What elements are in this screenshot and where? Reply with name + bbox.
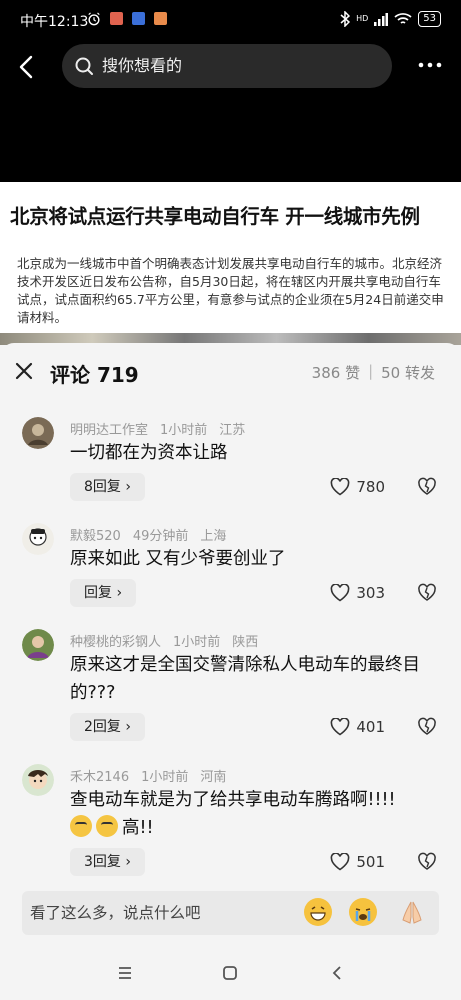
- pray-emoji-icon[interactable]: [398, 898, 426, 926]
- back-arrow-icon[interactable]: [14, 52, 40, 82]
- shares-count[interactable]: 50 转发: [381, 362, 435, 383]
- more-dots-icon[interactable]: [417, 58, 443, 72]
- close-icon[interactable]: [14, 361, 34, 381]
- battery-indicator: 53: [418, 11, 441, 27]
- comment-username[interactable]: 禾木2146: [70, 766, 129, 785]
- comment-text: 查电动车就是为了给共享电动车腾路啊!!!! 高!!: [70, 786, 440, 842]
- comment-time: 49分钟前: [132, 529, 189, 544]
- like-count: 401: [356, 718, 385, 736]
- comment-item: 明明达工作室 1小时前 江苏 一切都在为资本让路 8回复 › 780: [0, 417, 461, 537]
- comment-meta: 禾木2146 1小时前 河南: [70, 766, 226, 785]
- comments-header: 评论 719 386 赞 | 50 转发: [0, 343, 461, 399]
- search-input[interactable]: 搜你想看的: [102, 44, 182, 88]
- comment-text-main: 查电动车就是为了给共享电动车腾路啊!!!!: [70, 790, 396, 810]
- replies-button[interactable]: 2回复 ›: [70, 713, 145, 741]
- navigation-bar: 搜你想看的: [0, 40, 461, 94]
- comment-input[interactable]: 看了这么多，说点什么吧: [30, 891, 201, 935]
- status-time: 中午12:13: [20, 14, 89, 30]
- broken-heart-icon[interactable]: [417, 477, 437, 497]
- article: 北京将试点运行共享电动自行车 开一线城市先例 北京成为一线城市中首个明确表态计划…: [0, 182, 461, 342]
- like-button[interactable]: 780: [330, 473, 385, 501]
- notification-app-icon: [132, 12, 145, 25]
- comment-time: 1小时前: [141, 770, 189, 785]
- like-count: 780: [356, 478, 385, 496]
- network-label: HD: [356, 14, 369, 23]
- heart-icon: [331, 584, 350, 602]
- comment-meta: 明明达工作室 1小时前 江苏: [70, 419, 245, 438]
- system-back-icon[interactable]: [328, 964, 346, 982]
- top-header: 中午12:13 HD 53 搜你想看的: [0, 0, 461, 182]
- replies-button[interactable]: 8回复 ›: [70, 473, 145, 501]
- replies-button[interactable]: 回复 ›: [70, 579, 137, 607]
- comment-text: 原来如此 又有少爷要创业了: [70, 549, 286, 569]
- cry-emoji-icon[interactable]: [349, 898, 377, 926]
- article-title: 北京将试点运行共享电动自行车 开一线城市先例: [10, 205, 420, 228]
- avatar[interactable]: [22, 523, 54, 555]
- home-icon[interactable]: [221, 964, 239, 982]
- avatar[interactable]: [22, 764, 54, 796]
- comment-text: 原来这才是全国交警清除私人电动车的最终目的???: [70, 655, 420, 703]
- broken-heart-icon[interactable]: [417, 583, 437, 603]
- article-body: 北京成为一线城市中首个明确表态计划发展共享电动自行车的城市。北京经济技术开发区近…: [17, 256, 444, 325]
- comment-location: 河南: [200, 770, 227, 785]
- avatar[interactable]: [22, 417, 54, 449]
- notification-app-icon: [110, 12, 123, 25]
- comment-time: 1小时前: [173, 635, 221, 650]
- comment-meta: 默毅520 49分钟前 上海: [70, 525, 226, 544]
- heart-icon: [331, 718, 350, 736]
- like-button[interactable]: 401: [330, 713, 385, 741]
- broken-heart-icon[interactable]: [417, 852, 437, 872]
- search-icon: [75, 57, 93, 75]
- comment-item: 默毅520 49分钟前 上海 原来如此 又有少爷要创业了 回复 › 303: [0, 523, 461, 643]
- likes-count[interactable]: 386 赞: [312, 362, 360, 383]
- comment-time: 1小时前: [160, 423, 208, 438]
- comment-location: 上海: [200, 529, 227, 544]
- status-bar: 中午12:13 HD 53: [0, 0, 461, 40]
- wifi-icon: [394, 13, 412, 24]
- like-button[interactable]: 303: [330, 579, 385, 607]
- comment-location: 陕西: [232, 635, 259, 650]
- like-count: 303: [356, 584, 385, 602]
- search-bar[interactable]: 搜你想看的: [62, 44, 392, 88]
- bluetooth-icon: [340, 11, 351, 27]
- system-navigation-bar: [0, 950, 461, 1000]
- comment-item: 种樱桃的彩钢人 1小时前 陕西 原来这才是全国交警清除私人电动车的最终目的???…: [0, 629, 461, 769]
- smirk-emoji-icon: [70, 815, 92, 837]
- broken-heart-icon[interactable]: [417, 717, 437, 737]
- stats-separator: |: [368, 362, 374, 380]
- comment-meta: 种樱桃的彩钢人 1小时前 陕西: [70, 631, 258, 650]
- heart-icon: [331, 853, 350, 871]
- menu-icon[interactable]: [116, 964, 134, 982]
- like-count: 501: [356, 853, 385, 871]
- comments-stats: 386 赞 | 50 转发: [312, 362, 435, 383]
- replies-button[interactable]: 3回复 ›: [70, 848, 145, 876]
- comments-title: 评论 719: [50, 363, 139, 387]
- comment-username[interactable]: 明明达工作室: [70, 419, 148, 438]
- comment-username[interactable]: 默毅520: [70, 525, 121, 544]
- notification-app-icon: [154, 12, 167, 25]
- like-button[interactable]: 501: [330, 848, 385, 876]
- comment-input-bar[interactable]: 看了这么多，说点什么吧: [22, 891, 439, 935]
- status-right: HD 53: [340, 11, 441, 27]
- avatar[interactable]: [22, 629, 54, 661]
- comment-username[interactable]: 种樱桃的彩钢人: [70, 631, 161, 650]
- grin-emoji-icon[interactable]: [304, 898, 332, 926]
- alarm-icon: [88, 12, 100, 26]
- comment-location: 江苏: [219, 423, 246, 438]
- heart-icon: [331, 478, 350, 496]
- comment-item: 禾木2146 1小时前 河南 查电动车就是为了给共享电动车腾路啊!!!! 高!!…: [0, 764, 461, 904]
- smirk-emoji-icon: [96, 815, 118, 837]
- comment-text-suffix: 高!!: [122, 818, 154, 838]
- signal-icon: [374, 13, 389, 26]
- comment-text: 一切都在为资本让路: [70, 443, 228, 463]
